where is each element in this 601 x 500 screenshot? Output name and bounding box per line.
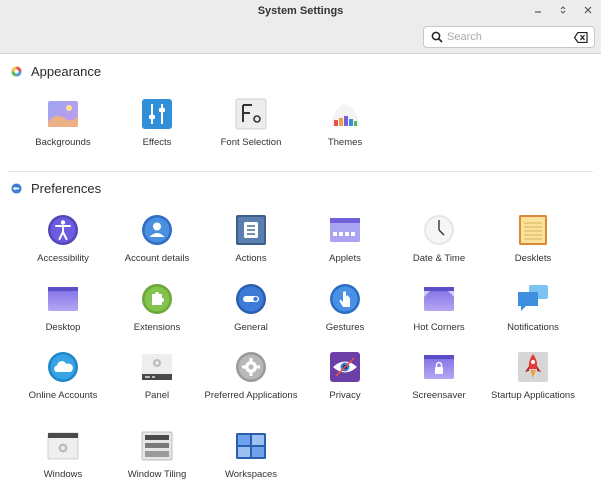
settings-item-general[interactable]: General xyxy=(204,283,298,333)
settings-item-label: Account details xyxy=(124,253,190,264)
settings-item-startup-applications[interactable]: Startup Applications xyxy=(486,351,580,401)
section-divider xyxy=(8,171,593,172)
settings-item-label: Extensions xyxy=(133,322,181,333)
settings-item-desklets[interactable]: Desklets xyxy=(486,214,580,264)
close-button[interactable] xyxy=(580,2,596,18)
settings-item-privacy[interactable]: Privacy xyxy=(298,351,392,401)
settings-item-label: Hot Corners xyxy=(413,322,465,333)
applets-icon xyxy=(330,218,360,242)
settings-item-effects[interactable]: Effects xyxy=(110,98,204,148)
settings-item-preferred-applications[interactable]: Preferred Applications xyxy=(204,351,298,401)
settings-item-label: Font Selection xyxy=(220,137,282,148)
settings-item-label: Startup Applications xyxy=(491,390,575,401)
settings-item-label: General xyxy=(234,322,268,333)
settings-item-window-tiling[interactable]: Window Tiling xyxy=(110,430,204,480)
restore-button[interactable] xyxy=(555,2,571,18)
settings-item-account-details[interactable]: Account details xyxy=(110,214,204,264)
appearance-icon xyxy=(11,65,22,77)
search-input[interactable] xyxy=(447,29,567,45)
settings-item-windows[interactable]: Windows xyxy=(16,430,110,480)
desklets-icon xyxy=(519,215,547,245)
settings-item-label: Window Tiling xyxy=(127,469,187,480)
screensaver-icon xyxy=(424,355,454,379)
appearance-section-header: Appearance xyxy=(11,61,101,81)
windows-icon xyxy=(47,432,79,460)
settings-item-label: Backgrounds xyxy=(35,137,91,148)
extensions-icon xyxy=(142,284,172,314)
preferred-applications-icon xyxy=(236,352,266,382)
backgrounds-icon xyxy=(48,101,78,127)
settings-item-workspaces[interactable]: Workspaces xyxy=(204,430,298,480)
online-accounts-icon xyxy=(48,352,78,382)
window-title: System Settings xyxy=(257,5,344,17)
settings-item-label: Windows xyxy=(43,469,83,480)
settings-item-desktop[interactable]: Desktop xyxy=(16,283,110,333)
themes-icon xyxy=(331,104,359,126)
general-icon xyxy=(236,284,266,314)
settings-item-label: Panel xyxy=(144,390,170,401)
preferences-section-header: Preferences xyxy=(11,178,101,198)
effects-icon xyxy=(142,99,172,129)
settings-item-label: Preferred Applications xyxy=(204,390,298,401)
settings-item-screensaver[interactable]: Screensaver xyxy=(392,351,486,401)
preferences-icon xyxy=(11,182,22,194)
settings-item-label: Applets xyxy=(329,253,361,264)
panel-icon xyxy=(142,354,172,380)
minimize-icon xyxy=(535,11,541,13)
search-icon xyxy=(431,31,443,43)
workspaces-icon xyxy=(236,433,266,459)
account-details-icon xyxy=(142,215,172,245)
settings-item-gestures[interactable]: Gestures xyxy=(298,283,392,333)
privacy-icon xyxy=(330,352,360,382)
settings-item-online-accounts[interactable]: Online Accounts xyxy=(16,351,110,401)
startup-applications-icon xyxy=(518,352,548,382)
settings-item-backgrounds[interactable]: Backgrounds xyxy=(16,98,110,148)
hot-corners-icon xyxy=(424,287,454,311)
actions-icon xyxy=(236,215,266,245)
font-selection-icon xyxy=(235,98,267,130)
settings-item-label: Gestures xyxy=(325,322,365,333)
settings-item-notifications[interactable]: Notifications xyxy=(486,283,580,333)
settings-item-panel[interactable]: Panel xyxy=(110,351,204,401)
settings-item-themes[interactable]: Themes xyxy=(298,98,392,148)
minimize-button[interactable] xyxy=(530,2,546,18)
settings-item-label: Online Accounts xyxy=(28,390,98,401)
settings-item-label: Notifications xyxy=(507,322,559,333)
window-tiling-icon xyxy=(141,431,173,461)
desktop-icon xyxy=(48,287,78,311)
settings-item-label: Desktop xyxy=(45,322,81,333)
appearance-section-title: Appearance xyxy=(31,63,102,79)
gestures-icon xyxy=(330,284,360,314)
search-box xyxy=(423,26,595,48)
settings-item-label: Themes xyxy=(327,137,363,148)
settings-item-label: Date & Time xyxy=(412,253,466,264)
accessibility-icon xyxy=(48,215,78,245)
settings-item-hot-corners[interactable]: Hot Corners xyxy=(392,283,486,333)
settings-item-label: Accessibility xyxy=(37,253,89,264)
notifications-icon xyxy=(518,285,548,311)
settings-item-date-time[interactable]: Date & Time xyxy=(392,214,486,264)
close-icon xyxy=(584,6,592,14)
settings-item-label: Effects xyxy=(142,137,172,148)
title-bar: System Settings xyxy=(0,0,601,54)
settings-item-label: Actions xyxy=(235,253,267,264)
restore-icon xyxy=(560,6,566,14)
settings-item-label: Screensaver xyxy=(412,390,466,401)
settings-item-actions[interactable]: Actions xyxy=(204,214,298,264)
settings-item-applets[interactable]: Applets xyxy=(298,214,392,264)
preferences-section-title: Preferences xyxy=(31,180,102,196)
clear-search-icon[interactable] xyxy=(574,32,588,43)
settings-item-accessibility[interactable]: Accessibility xyxy=(16,214,110,264)
settings-item-extensions[interactable]: Extensions xyxy=(110,283,204,333)
settings-item-label: Desklets xyxy=(514,253,552,264)
settings-item-font-selection[interactable]: Font Selection xyxy=(204,98,298,148)
settings-item-label: Workspaces xyxy=(224,469,278,480)
settings-item-label: Privacy xyxy=(329,390,361,401)
date-time-icon xyxy=(424,215,454,245)
